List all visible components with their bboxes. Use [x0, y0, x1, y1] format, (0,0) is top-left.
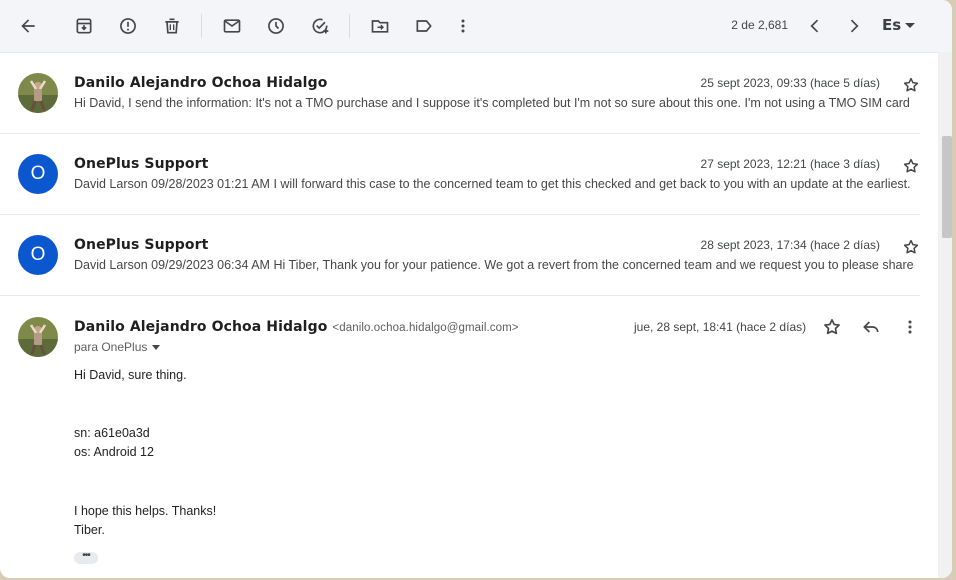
sender-header: Danilo Alejandro Ochoa Hidalgo <danilo.o… [74, 319, 519, 335]
archive-icon[interactable] [68, 10, 100, 42]
sender-name: OnePlus Support [74, 237, 209, 253]
chevron-down-icon[interactable] [152, 345, 161, 351]
message-snippet: Hi David, I send the information: It's n… [74, 96, 910, 110]
add-task-icon[interactable] [304, 10, 336, 42]
message-snippet: David Larson 09/28/2023 01:21 AM I will … [74, 177, 911, 191]
collapsed-message[interactable]: O OnePlus Support 28 sept 2023, 17:34 (h… [0, 215, 920, 296]
input-language-selector[interactable]: Es [882, 16, 901, 34]
star-icon[interactable] [822, 317, 842, 337]
sender-name: Danilo Alejandro Ochoa Hidalgo [74, 319, 328, 335]
email-window: 2 de 2,681 Es Danilo Alejandro Ochoa Hid… [0, 0, 952, 578]
avatar: O [18, 235, 58, 275]
recipient-text: para OnePlus [74, 340, 148, 354]
body-closing: I hope this helps. Thanks! [74, 504, 217, 518]
message-date: 27 sept 2023, 12:21 (hace 3 días) [700, 157, 880, 171]
avatar [18, 317, 58, 357]
body-signature: Tiber. [74, 523, 105, 537]
back-arrow-icon[interactable] [12, 10, 44, 42]
chevron-down-icon[interactable] [905, 23, 915, 28]
body-serial-number: sn: a61e0a3d [74, 426, 150, 440]
recipient-details[interactable]: para OnePlus [74, 340, 161, 354]
show-trimmed-content-button[interactable]: ••• [74, 551, 98, 564]
label-icon[interactable] [408, 10, 440, 42]
move-to-icon[interactable] [364, 10, 396, 42]
message-date: 25 sept 2023, 09:33 (hace 5 días) [700, 76, 880, 90]
sender-name: OnePlus Support [74, 156, 209, 172]
avatar: O [18, 154, 58, 194]
body-greeting: Hi David, sure thing. [74, 368, 187, 382]
snooze-icon[interactable] [260, 10, 292, 42]
more-vert-icon[interactable] [900, 317, 920, 337]
report-spam-icon[interactable] [112, 10, 144, 42]
message-date: jue, 28 sept, 18:41 (hace 2 días) [634, 320, 807, 334]
toolbar-divider [201, 14, 202, 38]
collapsed-message[interactable]: O OnePlus Support 27 sept 2023, 12:21 (h… [0, 134, 920, 215]
more-vert-icon[interactable] [447, 10, 479, 42]
collapsed-message[interactable]: Danilo Alejandro Ochoa Hidalgo 25 sept 2… [0, 53, 920, 134]
message-snippet: David Larson 09/29/2023 06:34 AM Hi Tibe… [74, 258, 914, 272]
older-icon[interactable] [838, 10, 870, 42]
scrollbar-thumb[interactable] [942, 136, 952, 238]
message-date: 28 sept 2023, 17:34 (hace 2 días) [700, 238, 880, 252]
toolbar: 2 de 2,681 Es [0, 0, 952, 53]
scrollbar-track[interactable] [938, 52, 952, 578]
star-icon[interactable] [902, 157, 920, 175]
body-os: os: Android 12 [74, 445, 154, 459]
mark-unread-icon[interactable] [216, 10, 248, 42]
delete-icon[interactable] [156, 10, 188, 42]
star-icon[interactable] [902, 238, 920, 256]
newer-icon[interactable] [799, 10, 831, 42]
star-icon[interactable] [902, 76, 920, 94]
sender-name: Danilo Alejandro Ochoa Hidalgo [74, 75, 328, 91]
reply-icon[interactable] [861, 317, 881, 337]
pager-count: 2 de 2,681 [731, 18, 788, 32]
sender-email: <danilo.ochoa.hidalgo@gmail.com> [332, 322, 519, 334]
toolbar-divider [349, 14, 350, 38]
avatar [18, 73, 58, 113]
